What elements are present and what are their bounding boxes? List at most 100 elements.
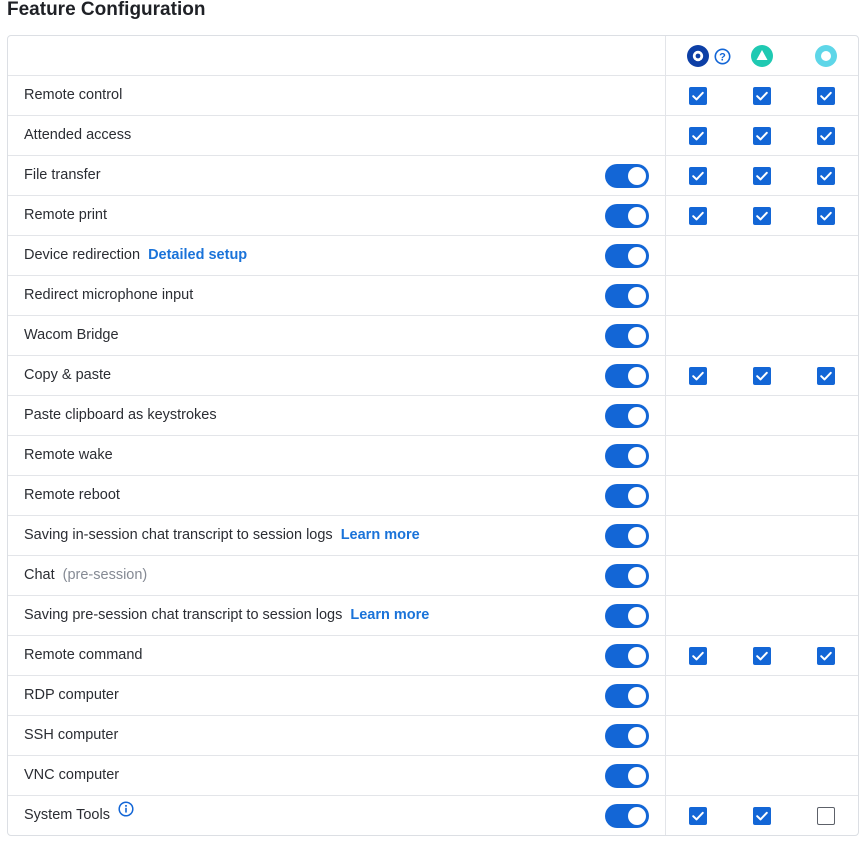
feature-label: VNC computer [24,767,120,783]
row-saving-pre-session-chat-transcript-to-session-logs: Saving pre-session chat transcript to se… [8,596,858,636]
row-file-transfer: File transfer [8,156,858,196]
row-copy-paste: Copy & paste [8,356,858,396]
feature-label: RDP computer [24,687,119,703]
checkbox-platform-1[interactable] [689,207,707,225]
toggle-remote-command[interactable] [605,644,649,668]
toggle-knob [628,687,646,705]
toggle-knob [628,727,646,745]
toggle-paste-clipboard-as-keystrokes[interactable] [605,404,649,428]
toggle-knob [628,287,646,305]
feature-label: Remote reboot [24,487,120,503]
column-divider [665,436,666,475]
toggle-saving-in-session-chat-transcript-to-session-logs[interactable] [605,524,649,548]
checkbox-platform-3[interactable] [817,87,835,105]
toggle-ssh-computer[interactable] [605,724,649,748]
checkbox-platform-1[interactable] [689,87,707,105]
feature-label: Copy & paste [24,367,112,383]
feature-label-wrap: Remote reboot [24,476,120,515]
checkbox-platform-2[interactable] [753,127,771,145]
toggle-knob [628,167,646,185]
help-icon[interactable]: ? [714,48,731,65]
feature-label-wrap: VNC computer [24,756,119,795]
toggle-knob [628,207,646,225]
feature-label-wrap: Wacom Bridge [24,316,119,355]
toggle-redirect-microphone-input[interactable] [605,284,649,308]
toggle-remote-print[interactable] [605,204,649,228]
row-remote-wake: Remote wake [8,436,858,476]
feature-label: Device redirection [24,247,141,263]
toggle-vnc-computer[interactable] [605,764,649,788]
feature-label-wrap: Redirect microphone input [24,276,193,315]
column-divider [665,76,666,115]
column-divider [665,756,666,795]
circle-platform-icon [815,45,837,67]
row-rdp-computer: RDP computer [8,676,858,716]
toggle-remote-reboot[interactable] [605,484,649,508]
row-attended-access: Attended access [8,116,858,156]
toggle-copy-paste[interactable] [605,364,649,388]
feature-label-wrap: Chat (pre-session) [24,556,147,595]
checkbox-platform-3[interactable] [817,647,835,665]
feature-label-wrap: Paste clipboard as keystrokes [24,396,217,435]
checkbox-platform-3[interactable] [817,127,835,145]
toggle-chat[interactable] [605,564,649,588]
row-ssh-computer: SSH computer [8,716,858,756]
checkbox-platform-2[interactable] [753,807,771,825]
checkbox-platform-3[interactable] [817,807,835,825]
checkbox-platform-1[interactable] [689,127,707,145]
learn-more-link[interactable]: Learn more [350,607,429,623]
row-remote-control: Remote control [8,76,858,116]
toggle-knob [628,247,646,265]
toggle-saving-pre-session-chat-transcript-to-session-logs[interactable] [605,604,649,628]
feature-label: Saving in-session chat transcript to ses… [24,527,333,543]
checkbox-platform-1[interactable] [689,807,707,825]
feature-label-wrap: File transfer [24,156,101,195]
column-divider [665,596,666,635]
toggle-wacom-bridge[interactable] [605,324,649,348]
toggle-knob [628,367,646,385]
column-divider [665,356,666,395]
checkbox-platform-1[interactable] [689,167,707,185]
feature-label: System Tools [24,807,110,823]
column-divider [665,236,666,275]
toggle-device-redirection[interactable] [605,244,649,268]
feature-label-wrap: System Tools [24,796,134,835]
checkbox-platform-2[interactable] [753,647,771,665]
column-divider [665,636,666,675]
toggle-system-tools[interactable] [605,804,649,828]
checkbox-platform-2[interactable] [753,367,771,385]
checkbox-platform-2[interactable] [753,207,771,225]
row-wacom-bridge: Wacom Bridge [8,316,858,356]
checkbox-platform-1[interactable] [689,647,707,665]
column-divider [665,676,666,715]
checkbox-platform-3[interactable] [817,367,835,385]
learn-more-link[interactable]: Learn more [341,527,420,543]
windows-platform-icon [687,45,709,67]
feature-label-wrap: RDP computer [24,676,119,715]
info-icon[interactable] [118,794,134,833]
checkbox-platform-2[interactable] [753,87,771,105]
toggle-knob [628,647,646,665]
checkbox-platform-2[interactable] [753,167,771,185]
row-saving-in-session-chat-transcript-to-session-logs: Saving in-session chat transcript to ses… [8,516,858,556]
checkbox-platform-3[interactable] [817,167,835,185]
column-divider [665,116,666,155]
toggle-knob [628,807,646,825]
feature-label-wrap: SSH computer [24,716,118,755]
column-divider [665,36,666,75]
row-remote-print: Remote print [8,196,858,236]
column-divider [665,556,666,595]
toggle-remote-wake[interactable] [605,444,649,468]
feature-label: Remote wake [24,447,113,463]
checkbox-platform-1[interactable] [689,367,707,385]
toggle-knob [628,327,646,345]
svg-text:?: ? [719,52,726,64]
toggle-rdp-computer[interactable] [605,684,649,708]
row-system-tools: System Tools [8,796,858,835]
checkbox-platform-3[interactable] [817,207,835,225]
feature-label: Wacom Bridge [24,327,119,343]
toggle-knob [628,487,646,505]
detailed-setup-link[interactable]: Detailed setup [148,247,247,263]
row-device-redirection: Device redirection Detailed setup [8,236,858,276]
toggle-file-transfer[interactable] [605,164,649,188]
